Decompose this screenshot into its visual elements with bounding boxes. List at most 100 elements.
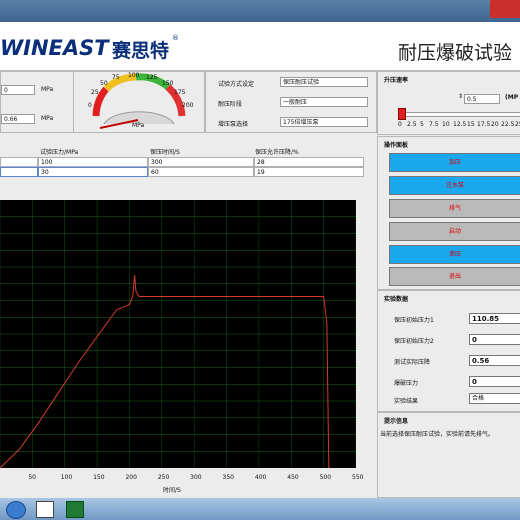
result-value: 合格 xyxy=(469,393,520,404)
rate-tick: 17.5 xyxy=(477,121,491,128)
chart-x-tick-label: 450 xyxy=(287,474,299,481)
setting-label-mode: 试验方式设定 xyxy=(218,81,255,88)
rate-tick: 25 xyxy=(515,121,520,128)
rate-tick: 2.5 xyxy=(407,121,417,128)
setting-label-pump: 增压泵选择 xyxy=(218,121,249,128)
rate-tick: 10 xyxy=(442,121,450,128)
actual-drop-value: 0.56 xyxy=(469,355,520,366)
experiment-label: 爆破压力 xyxy=(394,380,419,387)
table-cell[interactable]: 100 xyxy=(38,157,148,167)
tips-text: 当前选择保压耐压试验，实验前请先排气。 xyxy=(380,431,495,438)
pressure-unit-1: MPa xyxy=(41,86,54,93)
rate-tick: 22.5 xyxy=(501,121,515,128)
experiment-label: 保压初始压力1 xyxy=(394,317,434,324)
gauge-tick: 175 xyxy=(174,89,186,96)
setting-label-stage: 耐压阶段 xyxy=(218,101,243,108)
table-cell[interactable]: 30 xyxy=(38,167,148,177)
gauge-panel: 0 25 50 75 100 125 150 175 200 MPa xyxy=(73,71,205,133)
pressure-readout-panel: 0 MPa 0.66 MPa xyxy=(0,71,74,133)
rate-panel: 升压速率 0.5 ⇕ (MP 0 2.5 5 7.5 10 12.5 15 17… xyxy=(377,71,520,135)
start-button[interactable]: 启动 xyxy=(389,222,520,241)
tips-panel: 提示信息 当前选择保压耐压试验，实验前请先排气。 xyxy=(377,412,520,498)
table-cell[interactable]: 19 xyxy=(254,167,364,177)
chart-x-tick-label: 100 xyxy=(60,474,73,481)
rate-slider-track[interactable] xyxy=(400,112,520,117)
gauge-tick: 200 xyxy=(182,102,194,109)
logo-cn-text: 赛思特 xyxy=(112,40,170,62)
gauge-tick: 50 xyxy=(100,80,108,87)
gauge-tick: 125 xyxy=(146,74,158,81)
chart-x-label: 时间/S xyxy=(163,487,181,494)
window-titlebar xyxy=(0,0,520,22)
setting-stage-select[interactable]: 一般耐压 xyxy=(280,97,368,107)
rate-tick: 7.5 xyxy=(429,121,439,128)
table-cell[interactable]: 300 xyxy=(148,157,254,167)
rate-input[interactable]: 0.5 xyxy=(464,94,500,104)
ops-title: 操作面板 xyxy=(384,142,409,149)
rate-slider-ticks: 0 2.5 5 7.5 10 12.5 15 17.5 20 22.5 25 xyxy=(398,121,520,129)
close-window-button[interactable] xyxy=(490,0,520,18)
parameter-table: 试验压力/MPa 保压时间/S 保压允许压降/% 100 300 28 30 6… xyxy=(0,138,375,186)
table-cell[interactable]: 60 xyxy=(148,167,254,177)
rate-unit: (MP xyxy=(505,94,519,101)
pressure-unit-2: MPa xyxy=(41,115,54,122)
pressure-value-1: 0 xyxy=(1,85,35,95)
gauge-tick: 75 xyxy=(112,74,120,81)
tips-title: 提示信息 xyxy=(384,418,409,425)
water-pump-button[interactable]: 注水泵 xyxy=(389,176,520,195)
chart-x-tick-label: 50 xyxy=(28,474,36,481)
exit-button[interactable]: 退出 xyxy=(389,267,520,286)
page-title: 耐压爆破试验 xyxy=(398,42,513,64)
release-pressure-button[interactable]: 泄压 xyxy=(389,245,520,264)
rate-tick: 20 xyxy=(491,121,499,128)
labview-icon[interactable] xyxy=(36,501,54,518)
start-menu-icon[interactable] xyxy=(6,501,26,519)
chart-x-tick-label: 150 xyxy=(93,474,105,481)
chart-x-tick-label: 350 xyxy=(222,474,234,481)
chart-x-tick-label: 250 xyxy=(157,474,170,481)
registered-mark: ® xyxy=(172,34,179,42)
header-banner: WINEAST 赛思特 ® 耐压爆破试验 xyxy=(0,22,520,71)
setting-mode-select[interactable]: 保压耐压试验 xyxy=(280,77,368,87)
pressure-time-chart xyxy=(0,200,356,468)
setting-pump-select[interactable]: 175倍增压泵 xyxy=(280,117,368,127)
chart-series-line xyxy=(0,274,331,468)
experiment-title: 实验数据 xyxy=(384,296,409,303)
table-header: 保压允许压降/% xyxy=(255,149,299,156)
chart-x-tick-label: 400 xyxy=(254,474,267,481)
chart-x-axis: 050100150200250300350400450500550 xyxy=(0,474,376,484)
vent-button[interactable]: 排气 xyxy=(389,199,520,218)
pressurize-button[interactable]: 加压 xyxy=(389,153,520,172)
rate-spinner-icon[interactable]: ⇕ xyxy=(458,93,463,100)
gauge-tick: 25 xyxy=(91,89,99,96)
rate-slider-handle[interactable] xyxy=(398,108,406,120)
taskbar xyxy=(0,498,520,520)
table-cell[interactable] xyxy=(0,167,38,177)
chart-x-tick-label: 300 xyxy=(190,474,202,481)
gauge-tick: 0 xyxy=(88,102,92,109)
logo-text: WINEAST xyxy=(0,36,109,60)
table-header: 保压时间/S xyxy=(150,149,180,156)
experiment-label: 保压初始压力2 xyxy=(394,338,434,345)
chart-x-tick-label: 500 xyxy=(319,474,332,481)
rate-tick: 15 xyxy=(467,121,475,128)
experiment-label: 实验结果 xyxy=(394,398,419,405)
burst-pressure-value: 0 xyxy=(469,376,520,387)
gauge-tick: 150 xyxy=(162,80,174,87)
rate-tick: 5 xyxy=(420,121,424,128)
table-cell[interactable]: 28 xyxy=(254,157,364,167)
rate-title: 升压速率 xyxy=(384,77,409,84)
initial-pressure-1-value: 110.85 xyxy=(469,313,520,324)
chart-x-tick-label: 550 xyxy=(352,474,364,481)
rate-tick: 12.5 xyxy=(453,121,467,128)
initial-pressure-2-value: 0 xyxy=(469,334,520,345)
gauge-unit: MPa xyxy=(132,122,145,129)
experiment-label: 测试实际压降 xyxy=(394,359,431,366)
gauge-tick: 100 xyxy=(128,72,140,79)
settings-panel: 试验方式设定 保压耐压试验 耐压阶段 一般耐压 增压泵选择 175倍增压泵 xyxy=(205,71,377,133)
excel-icon[interactable] xyxy=(66,501,84,518)
table-cell[interactable] xyxy=(0,157,38,167)
rate-tick: 0 xyxy=(398,121,402,128)
chart-svg xyxy=(0,200,356,468)
table-header: 试验压力/MPa xyxy=(40,149,79,156)
